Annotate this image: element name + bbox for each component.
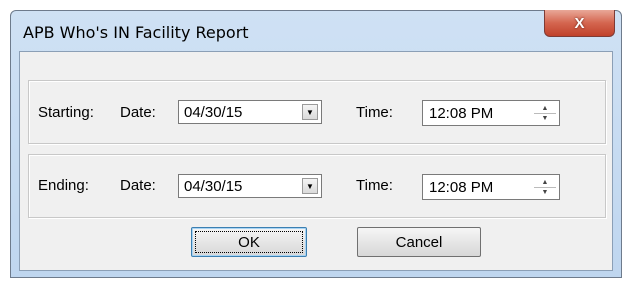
- dialog-client-area: Starting: Date: 04/30/15 ▼ Time: 12:08 P…: [19, 51, 613, 271]
- spin-down-icon[interactable]: ▼: [534, 113, 556, 123]
- spinner-buttons: ▲ ▼: [534, 103, 556, 123]
- spin-down-icon[interactable]: ▼: [534, 187, 556, 197]
- starting-time-spinner[interactable]: 12:08 PM ▲ ▼: [422, 100, 560, 126]
- ending-date-value: 04/30/15: [184, 178, 243, 195]
- ok-button[interactable]: OK: [191, 227, 307, 257]
- ending-group: Ending: Date: 04/30/15 ▼ Time: 12:08 PM …: [28, 154, 606, 218]
- ending-date-label: Date:: [120, 177, 156, 194]
- close-icon: X: [574, 14, 585, 32]
- dialog-window: APB Who's IN Facility Report X Starting:…: [10, 10, 622, 278]
- starting-date-value: 04/30/15: [184, 104, 243, 121]
- ending-label: Ending:: [38, 177, 89, 194]
- starting-time-value: 12:08 PM: [429, 105, 494, 122]
- window-title: APB Who's IN Facility Report: [23, 23, 249, 42]
- ending-date-picker[interactable]: 04/30/15 ▼: [178, 174, 322, 198]
- cancel-button-label: Cancel: [395, 233, 443, 251]
- dropdown-arrow-icon[interactable]: ▼: [302, 104, 318, 120]
- starting-date-picker[interactable]: 04/30/15 ▼: [178, 100, 322, 124]
- ending-time-label: Time:: [356, 177, 393, 194]
- starting-time-label: Time:: [356, 104, 393, 121]
- starting-label: Starting:: [38, 104, 94, 121]
- starting-group: Starting: Date: 04/30/15 ▼ Time: 12:08 P…: [28, 80, 606, 144]
- spinner-buttons: ▲ ▼: [534, 177, 556, 197]
- cancel-button[interactable]: Cancel: [357, 227, 481, 257]
- starting-date-label: Date:: [120, 104, 156, 121]
- dropdown-arrow-icon[interactable]: ▼: [302, 178, 318, 194]
- ending-time-value: 12:08 PM: [429, 179, 494, 196]
- focus-rectangle: [195, 231, 303, 253]
- ending-time-spinner[interactable]: 12:08 PM ▲ ▼: [422, 174, 560, 200]
- close-button[interactable]: X: [544, 10, 615, 37]
